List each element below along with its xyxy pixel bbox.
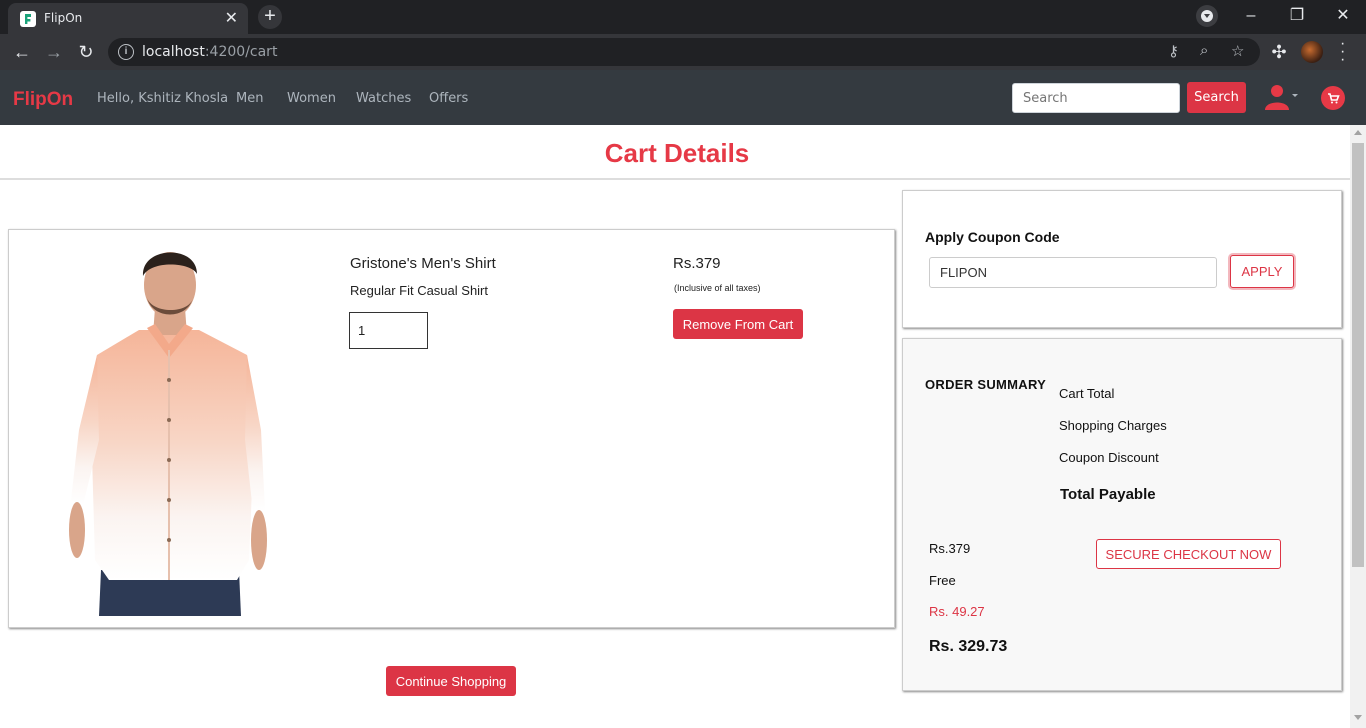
product-name[interactable]: Gristone's Men's Shirt	[350, 255, 496, 272]
coupon-discount-value: Rs. 49.27	[929, 604, 985, 619]
bookmark-star-icon[interactable]: ☆	[1231, 42, 1244, 60]
nav-link-offers[interactable]: Offers	[429, 91, 468, 106]
scrollbar-thumb[interactable]	[1352, 143, 1364, 567]
nav-link-men[interactable]: Men	[236, 91, 263, 106]
coupon-discount-label: Coupon Discount	[1059, 450, 1159, 465]
close-tab-icon[interactable]: ✕	[225, 8, 238, 28]
site-info-icon[interactable]: i	[118, 44, 134, 60]
tax-note: (Inclusive of all taxes)	[674, 283, 761, 293]
secure-checkout-button[interactable]: SECURE CHECKOUT NOW	[1096, 539, 1281, 569]
address-bar[interactable]: i localhost:4200/cart ⚷ ⌕ ☆	[108, 38, 1260, 66]
chrome-menu-icon[interactable]: · · ·	[1340, 36, 1345, 68]
summary-title: ORDER SUMMARY	[925, 377, 1047, 392]
continue-shopping-button[interactable]: Continue Shopping	[386, 666, 516, 696]
zoom-icon[interactable]: ⌕	[1200, 42, 1208, 59]
scroll-up-arrow-icon[interactable]	[1354, 130, 1362, 135]
cart-total-value: Rs.379	[929, 541, 971, 556]
key-icon[interactable]: ⚷	[1168, 42, 1179, 60]
page-scrollbar[interactable]	[1350, 125, 1366, 728]
coupon-card: Apply Coupon Code APPLY	[902, 190, 1342, 328]
search-button[interactable]: Search	[1187, 82, 1246, 113]
new-tab-icon[interactable]: +	[258, 5, 282, 29]
nav-link-women[interactable]: Women	[287, 91, 336, 106]
extensions-icon[interactable]: ✣	[1267, 40, 1291, 64]
order-summary-card: ORDER SUMMARY Cart Total Shopping Charge…	[902, 338, 1342, 691]
cart-total-label: Cart Total	[1059, 386, 1115, 401]
reload-icon[interactable]: ↻	[74, 40, 98, 64]
coupon-title: Apply Coupon Code	[925, 229, 1060, 245]
remove-from-cart-button[interactable]: Remove From Cart	[673, 309, 803, 339]
cart-item-card: Gristone's Men's Shirt Regular Fit Casua…	[8, 229, 895, 628]
product-image	[69, 252, 267, 616]
browser-tab[interactable]: FlipOn ✕	[8, 3, 248, 34]
favicon-icon	[20, 11, 36, 27]
brand-logo[interactable]: FlipOn	[13, 89, 73, 111]
restore-icon[interactable]: ❐	[1274, 4, 1320, 28]
shipping-charges-value: Free	[929, 573, 956, 588]
product-description: Regular Fit Casual Shirt	[350, 283, 488, 298]
title-divider	[0, 178, 1350, 180]
tab-title: FlipOn	[44, 11, 83, 25]
page-title: Cart Details	[604, 138, 750, 168]
profile-avatar[interactable]	[1301, 41, 1323, 63]
cart-icon[interactable]	[1321, 86, 1345, 110]
quantity-input[interactable]	[349, 312, 428, 349]
browser-tabbar: FlipOn ✕ + – ❐ ✕	[0, 0, 1366, 34]
browser-toolbar: ← → ↻ i localhost:4200/cart ⚷ ⌕ ☆ ✣ · · ·	[0, 34, 1366, 70]
back-icon[interactable]: ←	[10, 40, 34, 64]
app-navbar: FlipOn Hello, Kshitiz Khosla Men Women W…	[0, 70, 1366, 125]
url-text: localhost:4200/cart	[142, 44, 278, 60]
minimize-icon[interactable]: –	[1228, 4, 1274, 28]
shipping-charges-label: Shopping Charges	[1059, 418, 1167, 433]
user-dropdown-icon[interactable]	[1264, 84, 1300, 110]
scroll-down-arrow-icon[interactable]	[1354, 715, 1362, 720]
search-input[interactable]	[1012, 83, 1180, 113]
coupon-input[interactable]	[929, 257, 1217, 288]
window-close-icon[interactable]: ✕	[1320, 4, 1366, 28]
forward-icon[interactable]: →	[42, 40, 66, 64]
tab-search-icon[interactable]	[1196, 5, 1218, 27]
total-payable-label: Total Payable	[1060, 486, 1156, 503]
total-payable-value: Rs. 329.73	[929, 638, 1008, 655]
apply-coupon-button[interactable]: APPLY	[1230, 255, 1294, 288]
product-price: Rs.379	[673, 255, 721, 272]
nav-link-watches[interactable]: Watches	[356, 91, 411, 106]
greeting-link[interactable]: Hello, Kshitiz Khosla	[97, 91, 228, 106]
